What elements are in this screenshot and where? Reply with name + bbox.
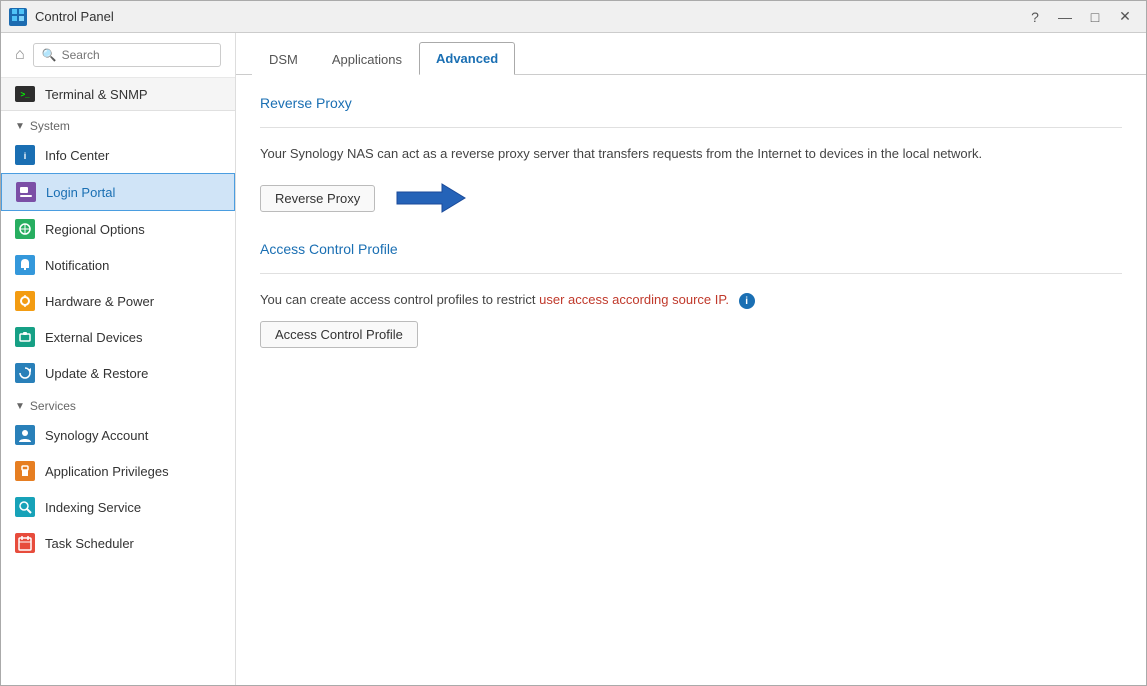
sidebar-item-synology-account[interactable]: Synology Account: [1, 417, 235, 453]
content-area: ⌂ 🔍 >_ Terminal & SNMP ▼ System: [1, 33, 1146, 685]
tab-dsm[interactable]: DSM: [252, 43, 315, 75]
sidebar-item-indexing[interactable]: Indexing Service: [1, 489, 235, 525]
indexing-icon: [15, 497, 35, 517]
section-arrow: ▼: [15, 121, 25, 132]
reverse-proxy-title: Reverse Proxy: [260, 95, 1122, 111]
access-control-desc-highlight: user access according source IP.: [539, 292, 729, 307]
notification-icon: [15, 255, 35, 275]
titlebar: Control Panel ? — □ ✕: [1, 1, 1146, 33]
login-portal-icon: [16, 182, 36, 202]
svg-text:i: i: [24, 151, 27, 161]
reverse-proxy-desc-text: Your Synology NAS can act as a reverse p…: [260, 146, 982, 161]
section-system[interactable]: ▼ System: [1, 111, 235, 137]
synology-account-label: Synology Account: [45, 428, 148, 443]
advanced-content: Reverse Proxy Your Synology NAS can act …: [236, 75, 1146, 685]
info-tooltip-icon[interactable]: i: [739, 293, 755, 309]
divider-2: [260, 273, 1122, 274]
close-button[interactable]: ✕: [1112, 7, 1138, 27]
app-window: Control Panel ? — □ ✕ ⌂ 🔍 >_: [0, 0, 1147, 686]
sidebar-item-regional[interactable]: Regional Options: [1, 211, 235, 247]
hardware-label: Hardware & Power: [45, 294, 154, 309]
services-arrow: ▼: [15, 401, 25, 412]
window-title: Control Panel: [35, 9, 114, 24]
regional-label: Regional Options: [45, 222, 145, 237]
sidebar-item-terminal[interactable]: >_ Terminal & SNMP: [1, 78, 235, 111]
help-button[interactable]: ?: [1022, 7, 1048, 27]
external-label: External Devices: [45, 330, 143, 345]
minimize-button[interactable]: —: [1052, 7, 1078, 27]
indexing-label: Indexing Service: [45, 500, 141, 515]
login-portal-label: Login Portal: [46, 185, 115, 200]
main-content: DSM Applications Advanced Reverse Proxy …: [236, 33, 1146, 685]
terminal-icon: >_: [15, 86, 35, 102]
app-icon: [9, 8, 27, 26]
section-services[interactable]: ▼ Services: [1, 391, 235, 417]
sidebar: ⌂ 🔍 >_ Terminal & SNMP ▼ System: [1, 33, 236, 685]
search-input[interactable]: [62, 48, 212, 62]
reverse-proxy-button[interactable]: Reverse Proxy: [260, 185, 375, 212]
window-controls: ? — □ ✕: [1022, 7, 1138, 27]
notification-label: Notification: [45, 258, 109, 273]
app-privileges-icon: [15, 461, 35, 481]
search-icon: 🔍: [42, 48, 57, 62]
update-label: Update & Restore: [45, 366, 148, 381]
sidebar-home[interactable]: ⌂ 🔍: [1, 33, 235, 78]
services-label: Services: [30, 399, 76, 413]
sidebar-item-login-portal[interactable]: Login Portal: [1, 173, 235, 211]
access-control-title: Access Control Profile: [260, 241, 1122, 257]
tab-advanced[interactable]: Advanced: [419, 42, 515, 75]
sidebar-item-hardware[interactable]: Hardware & Power: [1, 283, 235, 319]
access-control-desc-text1: You can create access control profiles t…: [260, 292, 539, 307]
arrow-svg: [387, 176, 467, 221]
task-scheduler-label: Task Scheduler: [45, 536, 134, 551]
app-privileges-label: Application Privileges: [45, 464, 169, 479]
section-label: System: [30, 119, 70, 133]
titlebar-left: Control Panel: [9, 8, 114, 26]
maximize-button[interactable]: □: [1082, 7, 1108, 27]
access-control-desc: You can create access control profiles t…: [260, 290, 1122, 310]
external-icon: [15, 327, 35, 347]
regional-icon: [15, 219, 35, 239]
synology-account-icon: [15, 425, 35, 445]
divider-1: [260, 127, 1122, 128]
search-box: 🔍: [33, 43, 221, 67]
app-icon-text: [11, 8, 25, 25]
access-control-button[interactable]: Access Control Profile: [260, 321, 418, 348]
hardware-icon: [15, 291, 35, 311]
arrow-annotation: [387, 176, 467, 221]
sidebar-item-task-scheduler[interactable]: Task Scheduler: [1, 525, 235, 561]
home-icon: ⌂: [15, 46, 25, 64]
sidebar-item-external[interactable]: External Devices: [1, 319, 235, 355]
sidebar-item-app-privileges[interactable]: Application Privileges: [1, 453, 235, 489]
task-scheduler-icon: [15, 533, 35, 553]
terminal-label: Terminal & SNMP: [45, 87, 148, 102]
info-center-icon: i: [15, 145, 35, 165]
reverse-proxy-desc: Your Synology NAS can act as a reverse p…: [260, 144, 1122, 164]
tab-bar: DSM Applications Advanced: [236, 33, 1146, 75]
sidebar-item-notification[interactable]: Notification: [1, 247, 235, 283]
info-center-label: Info Center: [45, 148, 109, 163]
sidebar-item-info-center[interactable]: i Info Center: [1, 137, 235, 173]
sidebar-item-update[interactable]: Update & Restore: [1, 355, 235, 391]
tab-applications[interactable]: Applications: [315, 43, 419, 75]
update-icon: [15, 363, 35, 383]
